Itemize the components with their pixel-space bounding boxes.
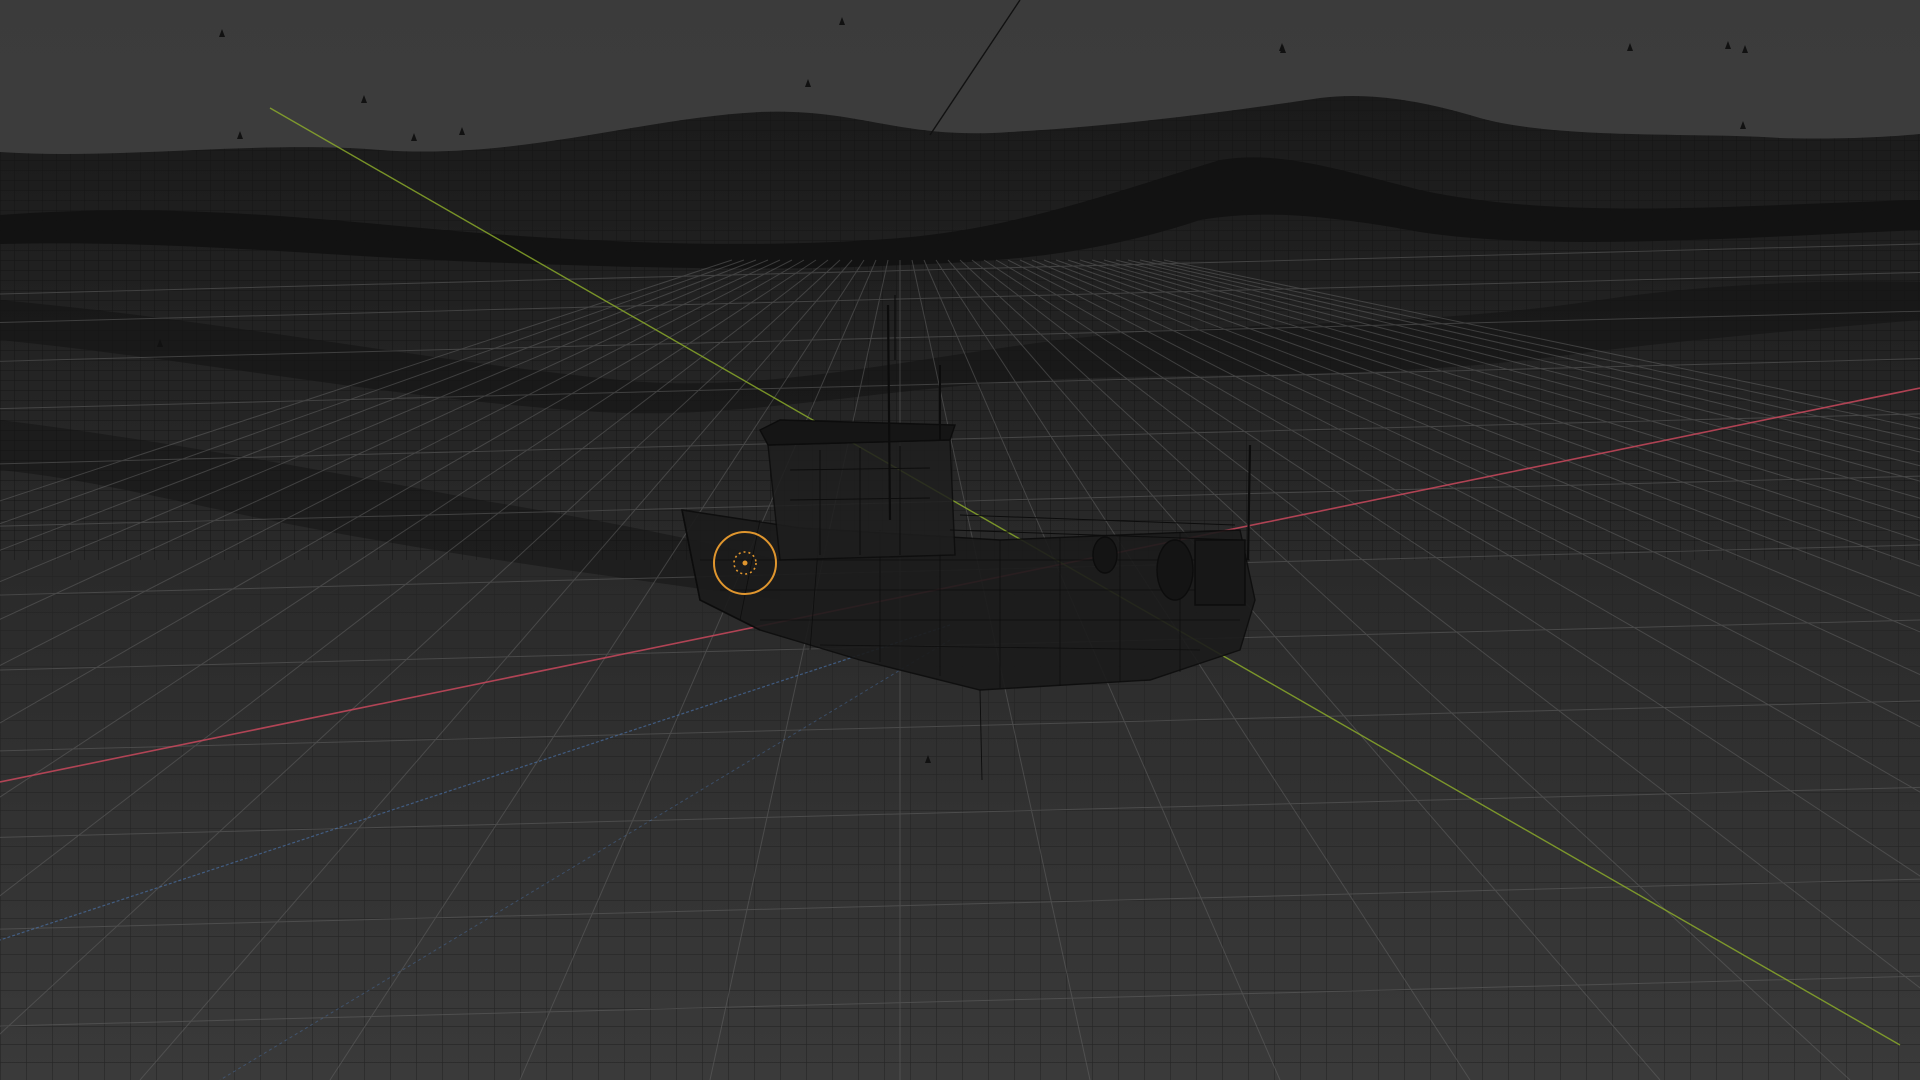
boat-cabin-roof <box>759 419 956 446</box>
boat-bow-cabin <box>1194 539 1246 606</box>
3d-viewport[interactable] <box>0 0 1920 1080</box>
boat-winch <box>1156 539 1194 601</box>
origin-center <box>742 560 748 566</box>
viewport-canvas[interactable] <box>0 0 1920 1080</box>
boat-drum <box>1092 536 1118 574</box>
